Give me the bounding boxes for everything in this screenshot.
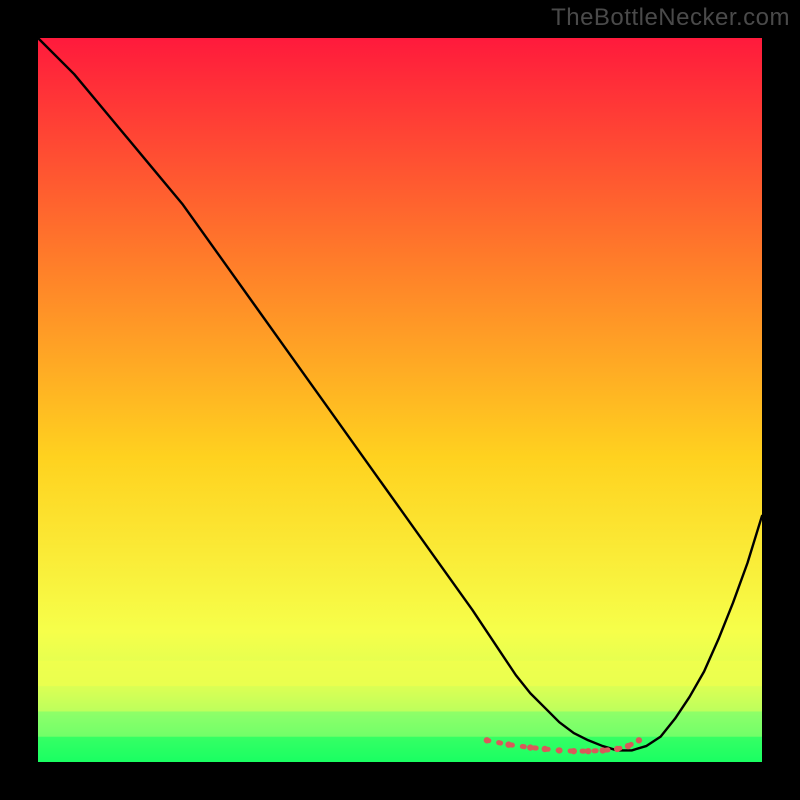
sweet-spot-dot (556, 747, 562, 753)
palette-band (38, 661, 762, 687)
sweet-spot-dot (614, 746, 620, 752)
watermark-text: TheBottleNecker.com (551, 4, 790, 32)
sweet-spot-dot (505, 741, 511, 747)
palette-band (38, 711, 762, 737)
sweet-spot-dot (636, 737, 642, 743)
sweet-spot-dot (585, 748, 591, 754)
palette-bands (38, 661, 762, 762)
sweet-spot-dot (571, 748, 577, 754)
sweet-spot-dot (625, 743, 631, 749)
plot-area (38, 38, 762, 762)
sweet-spot-dot (542, 746, 548, 752)
palette-band (38, 686, 762, 712)
chart-frame: TheBottleNecker.com (0, 0, 800, 800)
sweet-spot-dot (527, 744, 533, 750)
sweet-spot-dot (484, 737, 490, 743)
sweet-spot-dot (600, 747, 606, 753)
gradient-background (38, 38, 762, 762)
chart-svg (38, 38, 762, 762)
